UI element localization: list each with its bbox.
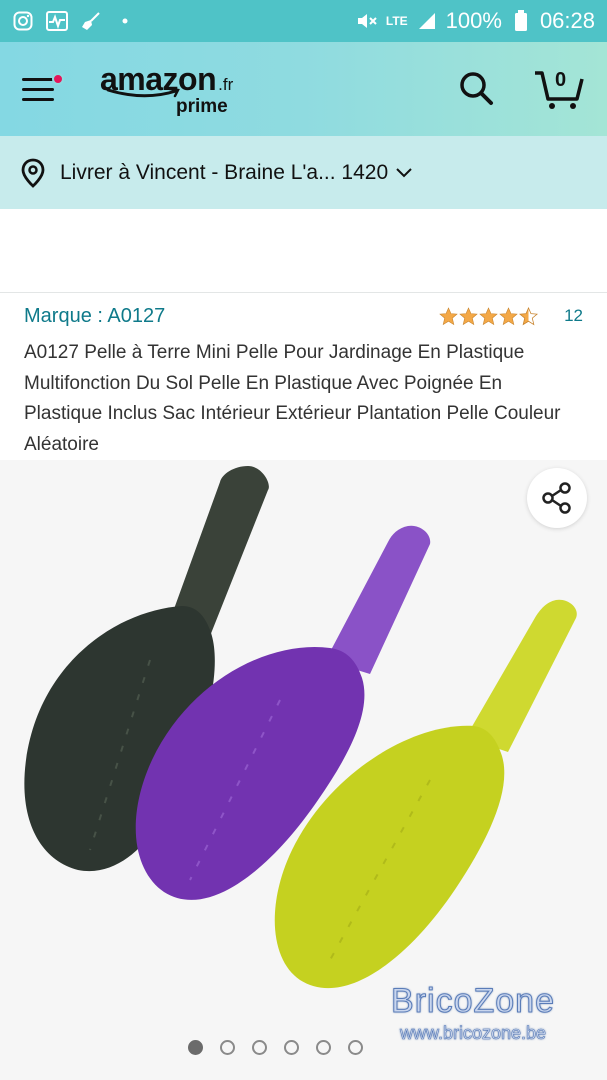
rating-count: 12: [564, 306, 583, 325]
half-star-icon: [519, 306, 539, 325]
delivery-location-bar[interactable]: Livrer à Vincent - Braine L'a... 1420: [0, 136, 607, 209]
clock: 06:28: [539, 8, 595, 33]
battery-icon: [510, 10, 532, 32]
chevron-down-icon: [396, 167, 412, 177]
carousel-dot[interactable]: [348, 1040, 363, 1055]
rating-summary[interactable]: 12: [439, 306, 583, 326]
app-header: amazon .fr prime 0: [0, 42, 607, 136]
cart-count: 0: [555, 69, 567, 91]
brand-link[interactable]: Marque : A0127: [24, 305, 165, 328]
star-icon: [479, 306, 498, 325]
amazon-smile-icon: [106, 87, 180, 97]
watermark: BricoZone www.bricozone.be: [391, 982, 555, 1044]
star-icon: [439, 306, 458, 325]
carousel-pagination: [0, 1040, 607, 1055]
hamburger-icon: [22, 77, 54, 81]
product-info: Marque : A0127 12 A0127 Pelle à Terre Mi…: [0, 294, 607, 460]
instagram-icon: [12, 10, 34, 32]
search-button[interactable]: [457, 69, 497, 109]
mute-icon: [356, 10, 378, 32]
star-icon: [499, 306, 518, 325]
network-type: LTE: [385, 14, 408, 28]
delivery-address: Livrer à Vincent - Braine L'a... 1420: [60, 160, 389, 184]
star-rating: [439, 306, 539, 326]
battery-percent: 100%: [445, 8, 502, 33]
search-icon: [460, 72, 493, 105]
carousel-dot[interactable]: [188, 1040, 203, 1055]
status-bar: LTE 100% 06:28: [0, 0, 607, 42]
carousel-dot[interactable]: [252, 1040, 267, 1055]
blank-banner: [0, 209, 607, 293]
cart-button[interactable]: 0: [533, 67, 585, 111]
carousel-dot[interactable]: [316, 1040, 331, 1055]
share-button[interactable]: [527, 468, 587, 528]
share-icon: [542, 482, 571, 514]
carousel-dot[interactable]: [284, 1040, 299, 1055]
product-image: [24, 466, 577, 989]
product-image-carousel[interactable]: BricoZone www.bricozone.be: [0, 460, 607, 1080]
activity-icon: [46, 10, 68, 32]
product-title: A0127 Pelle à Terre Mini Pelle Pour Jard…: [24, 342, 561, 455]
signal-icon: [416, 10, 438, 32]
watermark-title: BricoZone: [391, 982, 555, 1021]
notification-dot: [52, 73, 64, 85]
logo-prime: prime: [176, 95, 228, 117]
broom-icon: [80, 10, 102, 32]
carousel-dot[interactable]: [220, 1040, 235, 1055]
logo-tld: .fr: [218, 74, 234, 94]
location-pin-icon: [21, 158, 45, 188]
menu-button[interactable]: [22, 67, 66, 111]
dot-icon: [114, 10, 136, 32]
amazon-prime-logo[interactable]: amazon .fr prime: [100, 63, 233, 116]
star-icon: [459, 306, 478, 325]
